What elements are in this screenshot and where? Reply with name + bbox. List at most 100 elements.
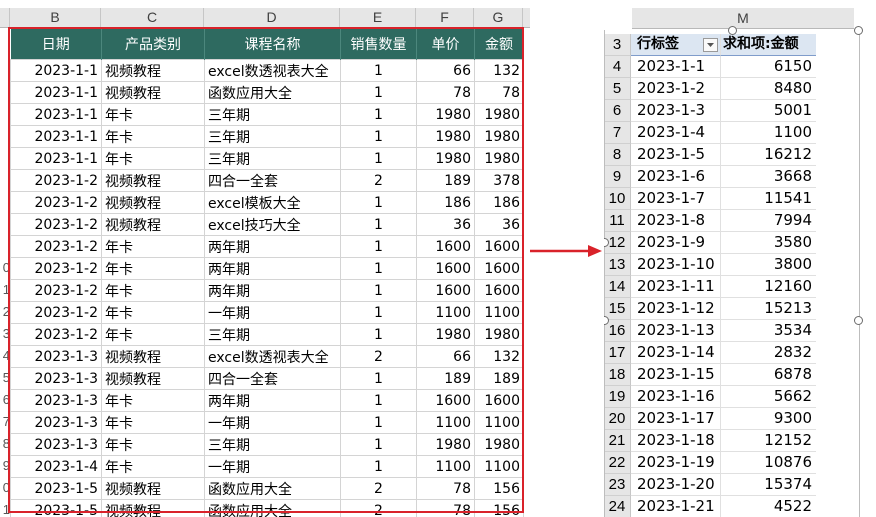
pivot-row-label[interactable]: 2023-1-21 [631,496,721,517]
row-number[interactable]: 8 [0,433,10,455]
table-cell[interactable]: 1980 [474,103,524,126]
table-cell[interactable]: 378 [474,169,524,192]
row-number[interactable]: 3 [0,323,10,345]
row-number[interactable]: 22 [604,452,631,474]
table-cell[interactable]: 1600 [416,279,475,302]
table-cell[interactable]: 视频教程 [101,477,205,500]
pivot-table[interactable]: 3 行标签 求和项:金额 4 2023-1-1 6150 5 2023-1-2 8480 6… [604,34,816,517]
table-cell[interactable]: 年卡 [101,389,205,412]
header-cell[interactable]: 销售数量 [340,28,417,60]
row-number[interactable]: 13 [604,254,631,276]
table-cell[interactable]: 四合一全套 [204,169,341,192]
column-header-f[interactable]: F [416,8,474,28]
table-cell[interactable]: 1600 [474,279,524,302]
table-cell[interactable]: 2023-1-2 [10,323,102,346]
table-cell[interactable]: 132 [474,59,524,82]
pivot-row-value[interactable]: 16212 [721,144,816,166]
column-header-c[interactable]: C [101,8,204,28]
row-number[interactable]: 20 [604,408,631,430]
table-cell[interactable]: 1 [340,103,417,126]
table-cell[interactable]: 156 [474,499,524,517]
table-cell[interactable]: 视频教程 [101,59,205,82]
table-cell[interactable]: 2023-1-4 [10,455,102,478]
table-cell[interactable]: 2023-1-1 [10,59,102,82]
table-cell[interactable]: 186 [416,191,475,214]
header-cell[interactable]: 日期 [10,28,102,60]
pivot-row-value[interactable]: 6150 [721,56,816,78]
row-number[interactable]: 21 [604,430,631,452]
header-cell[interactable]: 单价 [416,28,475,60]
table-cell[interactable]: 1 [340,367,417,390]
row-number[interactable]: 8 [604,144,631,166]
table-cell[interactable]: 函数应用大全 [204,477,341,500]
table-cell[interactable]: 两年期 [204,235,341,258]
table-cell[interactable]: 年卡 [101,279,205,302]
row-number[interactable]: 15 [604,298,631,320]
column-header-b[interactable]: B [10,8,101,28]
table-cell[interactable]: 1 [340,235,417,258]
row-number[interactable]: 5 [0,367,10,389]
pivot-row-label[interactable]: 2023-1-14 [631,342,721,364]
table-cell[interactable]: 年卡 [101,411,205,434]
pivot-row-value[interactable]: 10876 [721,452,816,474]
row-number[interactable]: 23 [604,474,631,496]
row-number[interactable]: 24 [604,496,631,517]
table-cell[interactable]: 1 [340,81,417,104]
row-number[interactable]: 0 [0,257,10,279]
table-cell[interactable]: 2023-1-2 [10,279,102,302]
table-cell[interactable]: 2023-1-5 [10,499,102,517]
table-cell[interactable]: 1980 [474,433,524,456]
table-cell[interactable]: 2 [340,345,417,368]
table-cell[interactable]: 三年期 [204,323,341,346]
row-number[interactable]: 14 [604,276,631,298]
pivot-row-value[interactable]: 3668 [721,166,816,188]
table-cell[interactable]: 156 [474,477,524,500]
resize-handle[interactable] [728,26,737,35]
resize-handle[interactable] [854,316,863,325]
table-cell[interactable]: 2023-1-2 [10,169,102,192]
row-number[interactable]: 7 [0,411,10,433]
filter-dropdown-icon[interactable] [703,38,718,52]
table-cell[interactable]: 2023-1-2 [10,213,102,236]
table-cell[interactable]: 1980 [474,125,524,148]
row-number[interactable]: 19 [604,386,631,408]
pivot-row-value[interactable]: 12160 [721,276,816,298]
pivot-row-label[interactable]: 2023-1-1 [631,56,721,78]
table-cell[interactable]: 1100 [474,455,524,478]
table-cell[interactable]: 2 [340,169,417,192]
row-number[interactable]: 11 [604,210,631,232]
table-cell[interactable]: 66 [416,345,475,368]
pivot-row-value[interactable]: 15374 [721,474,816,496]
table-cell[interactable]: 66 [416,59,475,82]
pivot-row-label[interactable]: 2023-1-18 [631,430,721,452]
table-cell[interactable]: 1600 [474,257,524,280]
table-cell[interactable]: 1100 [416,411,475,434]
table-cell[interactable]: 1 [340,257,417,280]
table-cell[interactable]: 视频教程 [101,169,205,192]
table-cell[interactable]: 1100 [474,301,524,324]
table-cell[interactable]: 2023-1-1 [10,125,102,148]
table-cell[interactable]: 三年期 [204,433,341,456]
row-number[interactable]: 17 [604,342,631,364]
table-cell[interactable]: 2023-1-3 [10,345,102,368]
pivot-row-label[interactable]: 2023-1-7 [631,188,721,210]
table-cell[interactable]: 36 [474,213,524,236]
table-cell[interactable]: 年卡 [101,433,205,456]
table-cell[interactable]: 2023-1-2 [10,257,102,280]
header-cell[interactable]: 课程名称 [204,28,341,60]
table-cell[interactable]: 年卡 [101,235,205,258]
pivot-row-value[interactable]: 8480 [721,78,816,100]
table-cell[interactable]: 1980 [416,323,475,346]
table-cell[interactable]: 1980 [416,433,475,456]
table-cell[interactable]: 1 [340,147,417,170]
header-cell[interactable]: 金额 [474,28,524,60]
column-header-e[interactable]: E [340,8,416,28]
table-cell[interactable]: 78 [416,81,475,104]
table-cell[interactable]: 1980 [474,147,524,170]
table-cell[interactable]: 1 [340,125,417,148]
row-number[interactable]: 6 [604,100,631,122]
pivot-row-label[interactable]: 2023-1-2 [631,78,721,100]
pivot-row-label[interactable]: 2023-1-9 [631,232,721,254]
table-cell[interactable]: 1980 [474,323,524,346]
table-cell[interactable]: 2023-1-3 [10,433,102,456]
